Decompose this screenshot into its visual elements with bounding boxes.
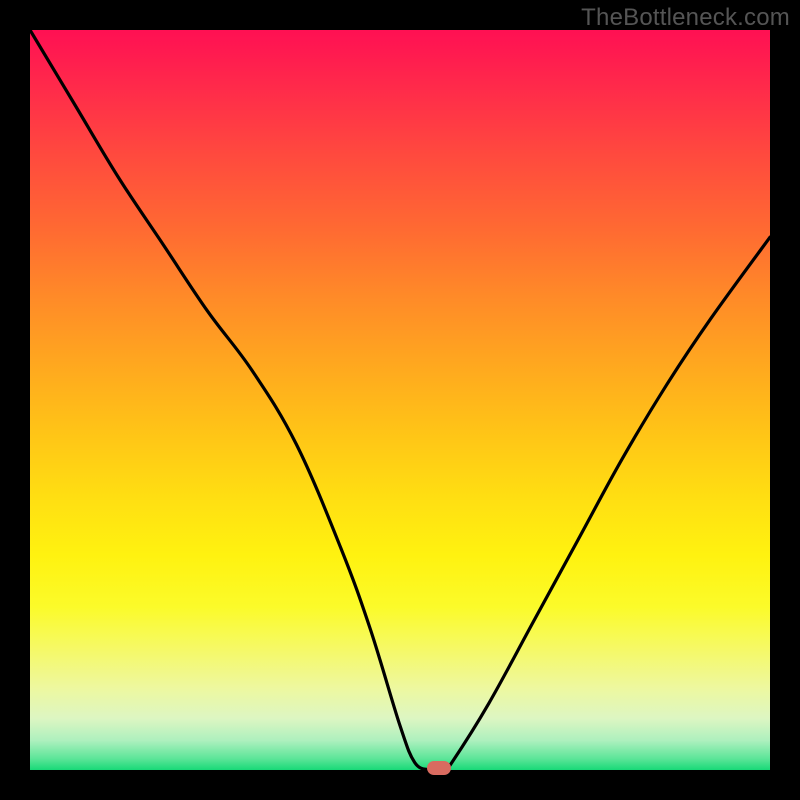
optimal-point-marker: [427, 761, 451, 775]
chart-container: TheBottleneck.com: [0, 0, 800, 800]
watermark-text: TheBottleneck.com: [581, 4, 790, 32]
bottleneck-curve: [30, 30, 770, 770]
